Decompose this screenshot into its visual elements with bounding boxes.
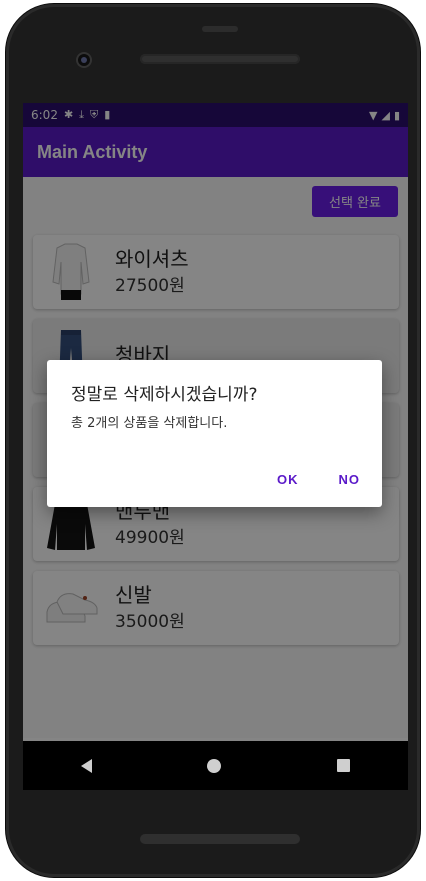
dialog-message: 총 2개의 상품을 삭제합니다. (71, 416, 228, 431)
no-button[interactable]: NO (333, 468, 367, 491)
confirm-delete-dialog: 정말로 삭제하시겠습니까? 총 2개의 상품을 삭제합니다. OK NO (47, 360, 382, 507)
recent-apps-icon[interactable] (337, 759, 351, 772)
dialog-title: 정말로 삭제하시겠습니까? (71, 385, 258, 405)
ok-button[interactable]: OK (271, 468, 305, 491)
top-speaker (140, 54, 300, 64)
earpiece (202, 26, 238, 32)
device-screen: 6:02 ✱ ⤓ ⛨ ▮ ▼ ◢ ▮ Main Activity 선택 완료 와… (23, 103, 408, 790)
front-camera-icon (78, 54, 90, 66)
bottom-speaker (140, 834, 300, 844)
system-navigation-bar (23, 741, 408, 790)
back-icon[interactable] (80, 758, 92, 773)
home-icon[interactable] (207, 758, 222, 773)
